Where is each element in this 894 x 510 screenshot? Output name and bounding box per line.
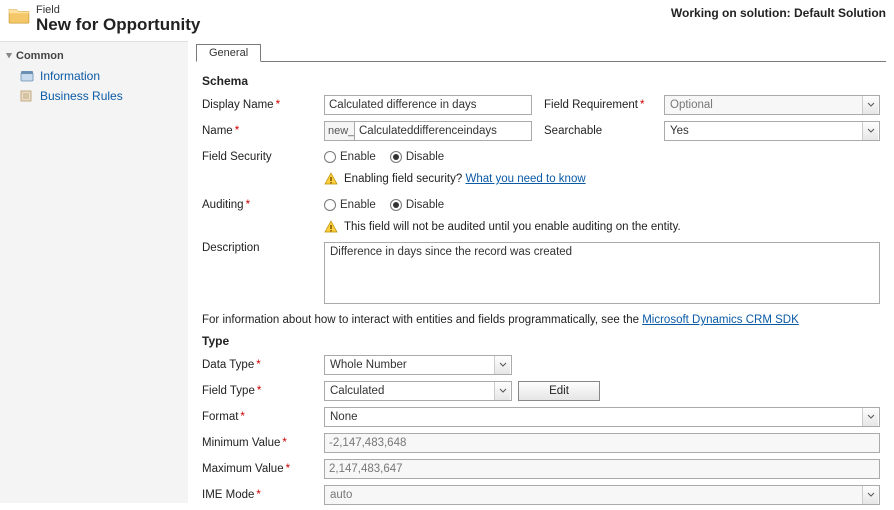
data-type-select[interactable]: Whole Number bbox=[324, 355, 512, 375]
chevron-down-icon bbox=[494, 356, 510, 374]
warning-icon bbox=[324, 220, 338, 234]
header-bar: Field New for Opportunity Working on sol… bbox=[0, 0, 894, 41]
solution-label: Working on solution: Default Solution bbox=[671, 4, 886, 20]
page-title: New for Opportunity bbox=[36, 15, 200, 35]
crm-sdk-link[interactable]: Microsoft Dynamics CRM SDK bbox=[642, 314, 799, 326]
sidebar-item-label: Information bbox=[40, 69, 100, 83]
label-auditing: Auditing* bbox=[202, 199, 324, 211]
name-input[interactable] bbox=[354, 121, 532, 141]
field-security-enable-radio[interactable]: Enable bbox=[324, 151, 376, 163]
field-security-disable-radio[interactable]: Disable bbox=[390, 151, 444, 163]
sidebar: ⯆ Common Information Business Rules bbox=[0, 41, 188, 503]
chevron-down-icon bbox=[862, 122, 878, 140]
label-searchable: Searchable bbox=[532, 125, 664, 137]
auditing-enable-radio[interactable]: Enable bbox=[324, 199, 376, 211]
chevron-down-icon bbox=[862, 486, 878, 504]
label-field-security: Field Security bbox=[202, 151, 324, 163]
sdk-info-row: For information about how to interact wi… bbox=[202, 314, 880, 326]
auditing-warning-text: This field will not be audited until you… bbox=[344, 221, 681, 233]
field-security-warning-text: Enabling field security? bbox=[344, 173, 462, 185]
information-icon bbox=[20, 70, 34, 82]
edit-button[interactable]: Edit bbox=[518, 381, 600, 401]
folder-icon bbox=[8, 6, 30, 24]
field-type-select[interactable]: Calculated bbox=[324, 381, 512, 401]
what-you-need-to-know-link[interactable]: What you need to know bbox=[465, 173, 585, 185]
label-ime-mode: IME Mode* bbox=[202, 489, 324, 501]
tab-row: General bbox=[196, 41, 886, 62]
label-field-type: Field Type* bbox=[202, 385, 324, 397]
label-name: Name* bbox=[202, 125, 324, 137]
label-display-name: Display Name* bbox=[202, 99, 324, 111]
label-format: Format* bbox=[202, 411, 324, 423]
content-area: General Schema Display Name* Field Requi… bbox=[188, 41, 894, 503]
name-prefix: new_ bbox=[324, 121, 354, 141]
section-schema-heading: Schema bbox=[202, 74, 880, 88]
min-value-input[interactable] bbox=[324, 433, 880, 453]
label-max-value: Maximum Value* bbox=[202, 463, 324, 475]
display-name-input[interactable] bbox=[324, 95, 532, 115]
chevron-down-icon bbox=[494, 382, 510, 400]
ime-mode-select[interactable]: auto bbox=[324, 485, 880, 505]
max-value-input[interactable] bbox=[324, 459, 880, 479]
sidebar-item-business-rules[interactable]: Business Rules bbox=[0, 86, 188, 106]
searchable-select[interactable]: Yes bbox=[664, 121, 880, 141]
sidebar-heading[interactable]: ⯆ Common bbox=[0, 46, 188, 66]
warning-icon bbox=[324, 172, 338, 186]
section-type-heading: Type bbox=[202, 334, 880, 348]
format-select[interactable]: None bbox=[324, 407, 880, 427]
chevron-down-icon bbox=[862, 408, 878, 426]
field-requirement-select[interactable]: Optional bbox=[664, 95, 880, 115]
sidebar-heading-label: Common bbox=[16, 50, 64, 62]
label-min-value: Minimum Value* bbox=[202, 437, 324, 449]
tab-general[interactable]: General bbox=[196, 44, 261, 62]
chevron-down-icon bbox=[862, 96, 878, 114]
auditing-disable-radio[interactable]: Disable bbox=[390, 199, 444, 211]
label-data-type: Data Type* bbox=[202, 359, 324, 371]
label-field-requirement: Field Requirement* bbox=[532, 99, 664, 111]
description-input[interactable] bbox=[324, 242, 880, 304]
collapse-arrow-icon: ⯆ bbox=[4, 51, 14, 62]
label-description: Description bbox=[202, 242, 324, 254]
sidebar-item-label: Business Rules bbox=[40, 89, 123, 103]
sidebar-item-information[interactable]: Information bbox=[0, 66, 188, 86]
business-rules-icon bbox=[20, 90, 34, 102]
